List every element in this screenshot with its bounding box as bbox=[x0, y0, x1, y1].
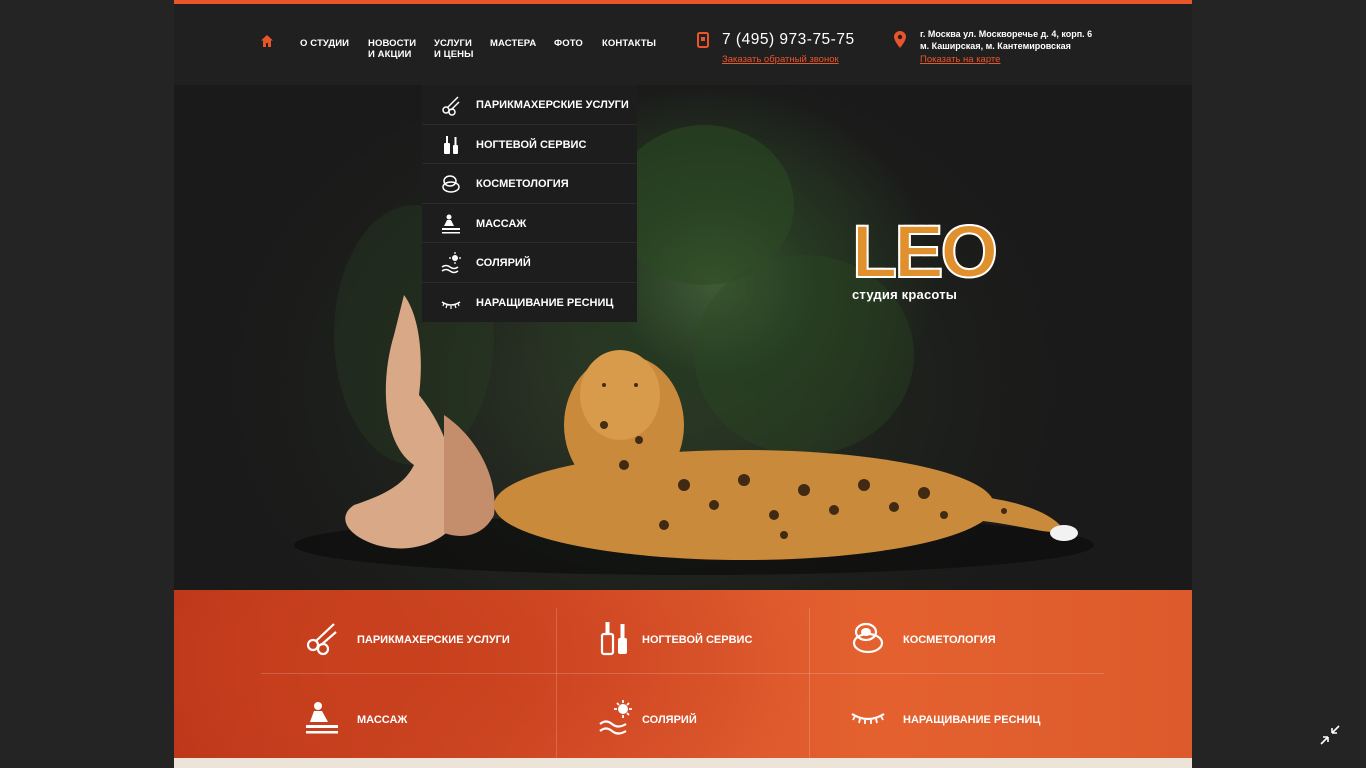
services-panel: ПАРИКМАХЕРСКИЕ УСЛУГИ НОГТЕВОЙ СЕРВИС КО… bbox=[174, 590, 1192, 758]
service-nail-service[interactable]: НОГТЕВОЙ СЕРВИС bbox=[598, 614, 798, 658]
dropdown-item-label: НОГТЕВОЙ СЕРВИС bbox=[476, 138, 587, 151]
content-area-edge bbox=[174, 758, 1192, 768]
service-eyelash-extension[interactable]: НАРАЩИВАНИЕ РЕСНИЦ bbox=[850, 694, 1070, 738]
address-line-metro: м. Каширская, м. Кантемировская bbox=[920, 41, 1071, 51]
dropdown-item-eyelash-extension[interactable]: НАРАЩИВАНИЕ РЕСНИЦ bbox=[422, 283, 637, 323]
nav-item-about[interactable]: О СТУДИИ bbox=[300, 38, 349, 49]
dropdown-item-label: МАССАЖ bbox=[476, 217, 527, 230]
home-icon[interactable] bbox=[260, 34, 274, 48]
services-dropdown-menu: ПАРИКМАХЕРСКИЕ УСЛУГИ НОГТЕВОЙ СЕРВИС КО… bbox=[422, 85, 637, 322]
divider bbox=[556, 608, 557, 758]
dropdown-item-label: НАРАЩИВАНИЕ РЕСНИЦ bbox=[476, 296, 614, 309]
dropdown-item-nail-service[interactable]: НОГТЕВОЙ СЕРВИС bbox=[422, 125, 637, 164]
show-on-map-link[interactable]: Показать на карте bbox=[920, 54, 1000, 65]
dropdown-item-label: ПАРИКМАХЕРСКИЕ УСЛУГИ bbox=[476, 99, 629, 111]
location-pin-icon bbox=[894, 31, 906, 48]
eyelash-icon bbox=[441, 300, 461, 309]
hero-banner: LEO студия красоты bbox=[174, 85, 1192, 590]
service-label: СОЛЯРИЙ bbox=[642, 714, 697, 726]
service-massage[interactable]: МАССАЖ bbox=[304, 694, 504, 738]
service-cosmetology[interactable]: КОСМЕТОЛОГИЯ bbox=[850, 614, 1050, 658]
callback-link[interactable]: Заказать обратный звонок bbox=[722, 54, 839, 65]
service-label: НОГТЕВОЙ СЕРВИС bbox=[642, 634, 753, 646]
service-solarium[interactable]: СОЛЯРИЙ bbox=[598, 694, 798, 738]
compact-mirror-icon bbox=[852, 622, 884, 654]
header: О СТУДИИ НОВОСТИ И АКЦИИ УСЛУГИ И ЦЕНЫ М… bbox=[174, 4, 1192, 85]
leo-logo: LEO студия красоты bbox=[851, 210, 999, 303]
page: О СТУДИИ НОВОСТИ И АКЦИИ УСЛУГИ И ЦЕНЫ М… bbox=[174, 0, 1192, 768]
divider bbox=[809, 608, 810, 758]
address-line-street: г. Москва ул. Москворечье д. 4, корп. 6 bbox=[920, 29, 1093, 39]
compact-mirror-icon bbox=[442, 175, 460, 193]
service-label: НАРАЩИВАНИЕ РЕСНИЦ bbox=[903, 714, 1041, 726]
scissors-icon bbox=[442, 96, 460, 116]
divider bbox=[261, 673, 1104, 674]
address: г. Москва ул. Москворечье д. 4, корп. 6 … bbox=[920, 28, 1092, 52]
massage-icon bbox=[306, 702, 338, 734]
eyelash-icon bbox=[851, 713, 885, 724]
scissors-icon bbox=[306, 623, 337, 656]
logo-word: LEO bbox=[851, 210, 999, 293]
dropdown-item-cosmetology[interactable]: КОСМЕТОЛОГИЯ bbox=[422, 164, 637, 204]
nav-item-masters[interactable]: МАСТЕРА bbox=[490, 38, 536, 49]
service-label: МАССАЖ bbox=[357, 714, 408, 726]
sun-tanning-icon bbox=[599, 700, 632, 735]
dropdown-item-solarium[interactable]: СОЛЯРИЙ bbox=[422, 243, 637, 283]
nav-item-photo[interactable]: ФОТО bbox=[554, 38, 583, 49]
dropdown-item-massage[interactable]: МАССАЖ bbox=[422, 204, 637, 243]
phone-number: 7 (495) 973-75-75 bbox=[722, 31, 855, 48]
dropdown-item-label: СОЛЯРИЙ bbox=[476, 257, 531, 269]
nav-item-news[interactable]: НОВОСТИ И АКЦИИ bbox=[368, 38, 416, 60]
massage-icon bbox=[442, 214, 460, 233]
nail-polish-icon bbox=[444, 135, 458, 154]
exit-fullscreen-icon[interactable] bbox=[1318, 723, 1342, 747]
nav-item-services[interactable]: УСЛУГИ И ЦЕНЫ bbox=[434, 38, 474, 60]
dropdown-item-hairdressing[interactable]: ПАРИКМАХЕРСКИЕ УСЛУГИ bbox=[422, 85, 637, 125]
service-label: КОСМЕТОЛОГИЯ bbox=[903, 634, 996, 646]
nail-polish-icon bbox=[600, 622, 627, 656]
phone-icon bbox=[697, 32, 709, 48]
sun-tanning-icon bbox=[441, 252, 461, 274]
service-label: ПАРИКМАХЕРСКИЕ УСЛУГИ bbox=[357, 634, 510, 646]
dropdown-item-label: КОСМЕТОЛОГИЯ bbox=[476, 178, 569, 190]
service-hairdressing[interactable]: ПАРИКМАХЕРСКИЕ УСЛУГИ bbox=[304, 614, 534, 658]
nav-item-contacts[interactable]: КОНТАКТЫ bbox=[602, 38, 656, 49]
